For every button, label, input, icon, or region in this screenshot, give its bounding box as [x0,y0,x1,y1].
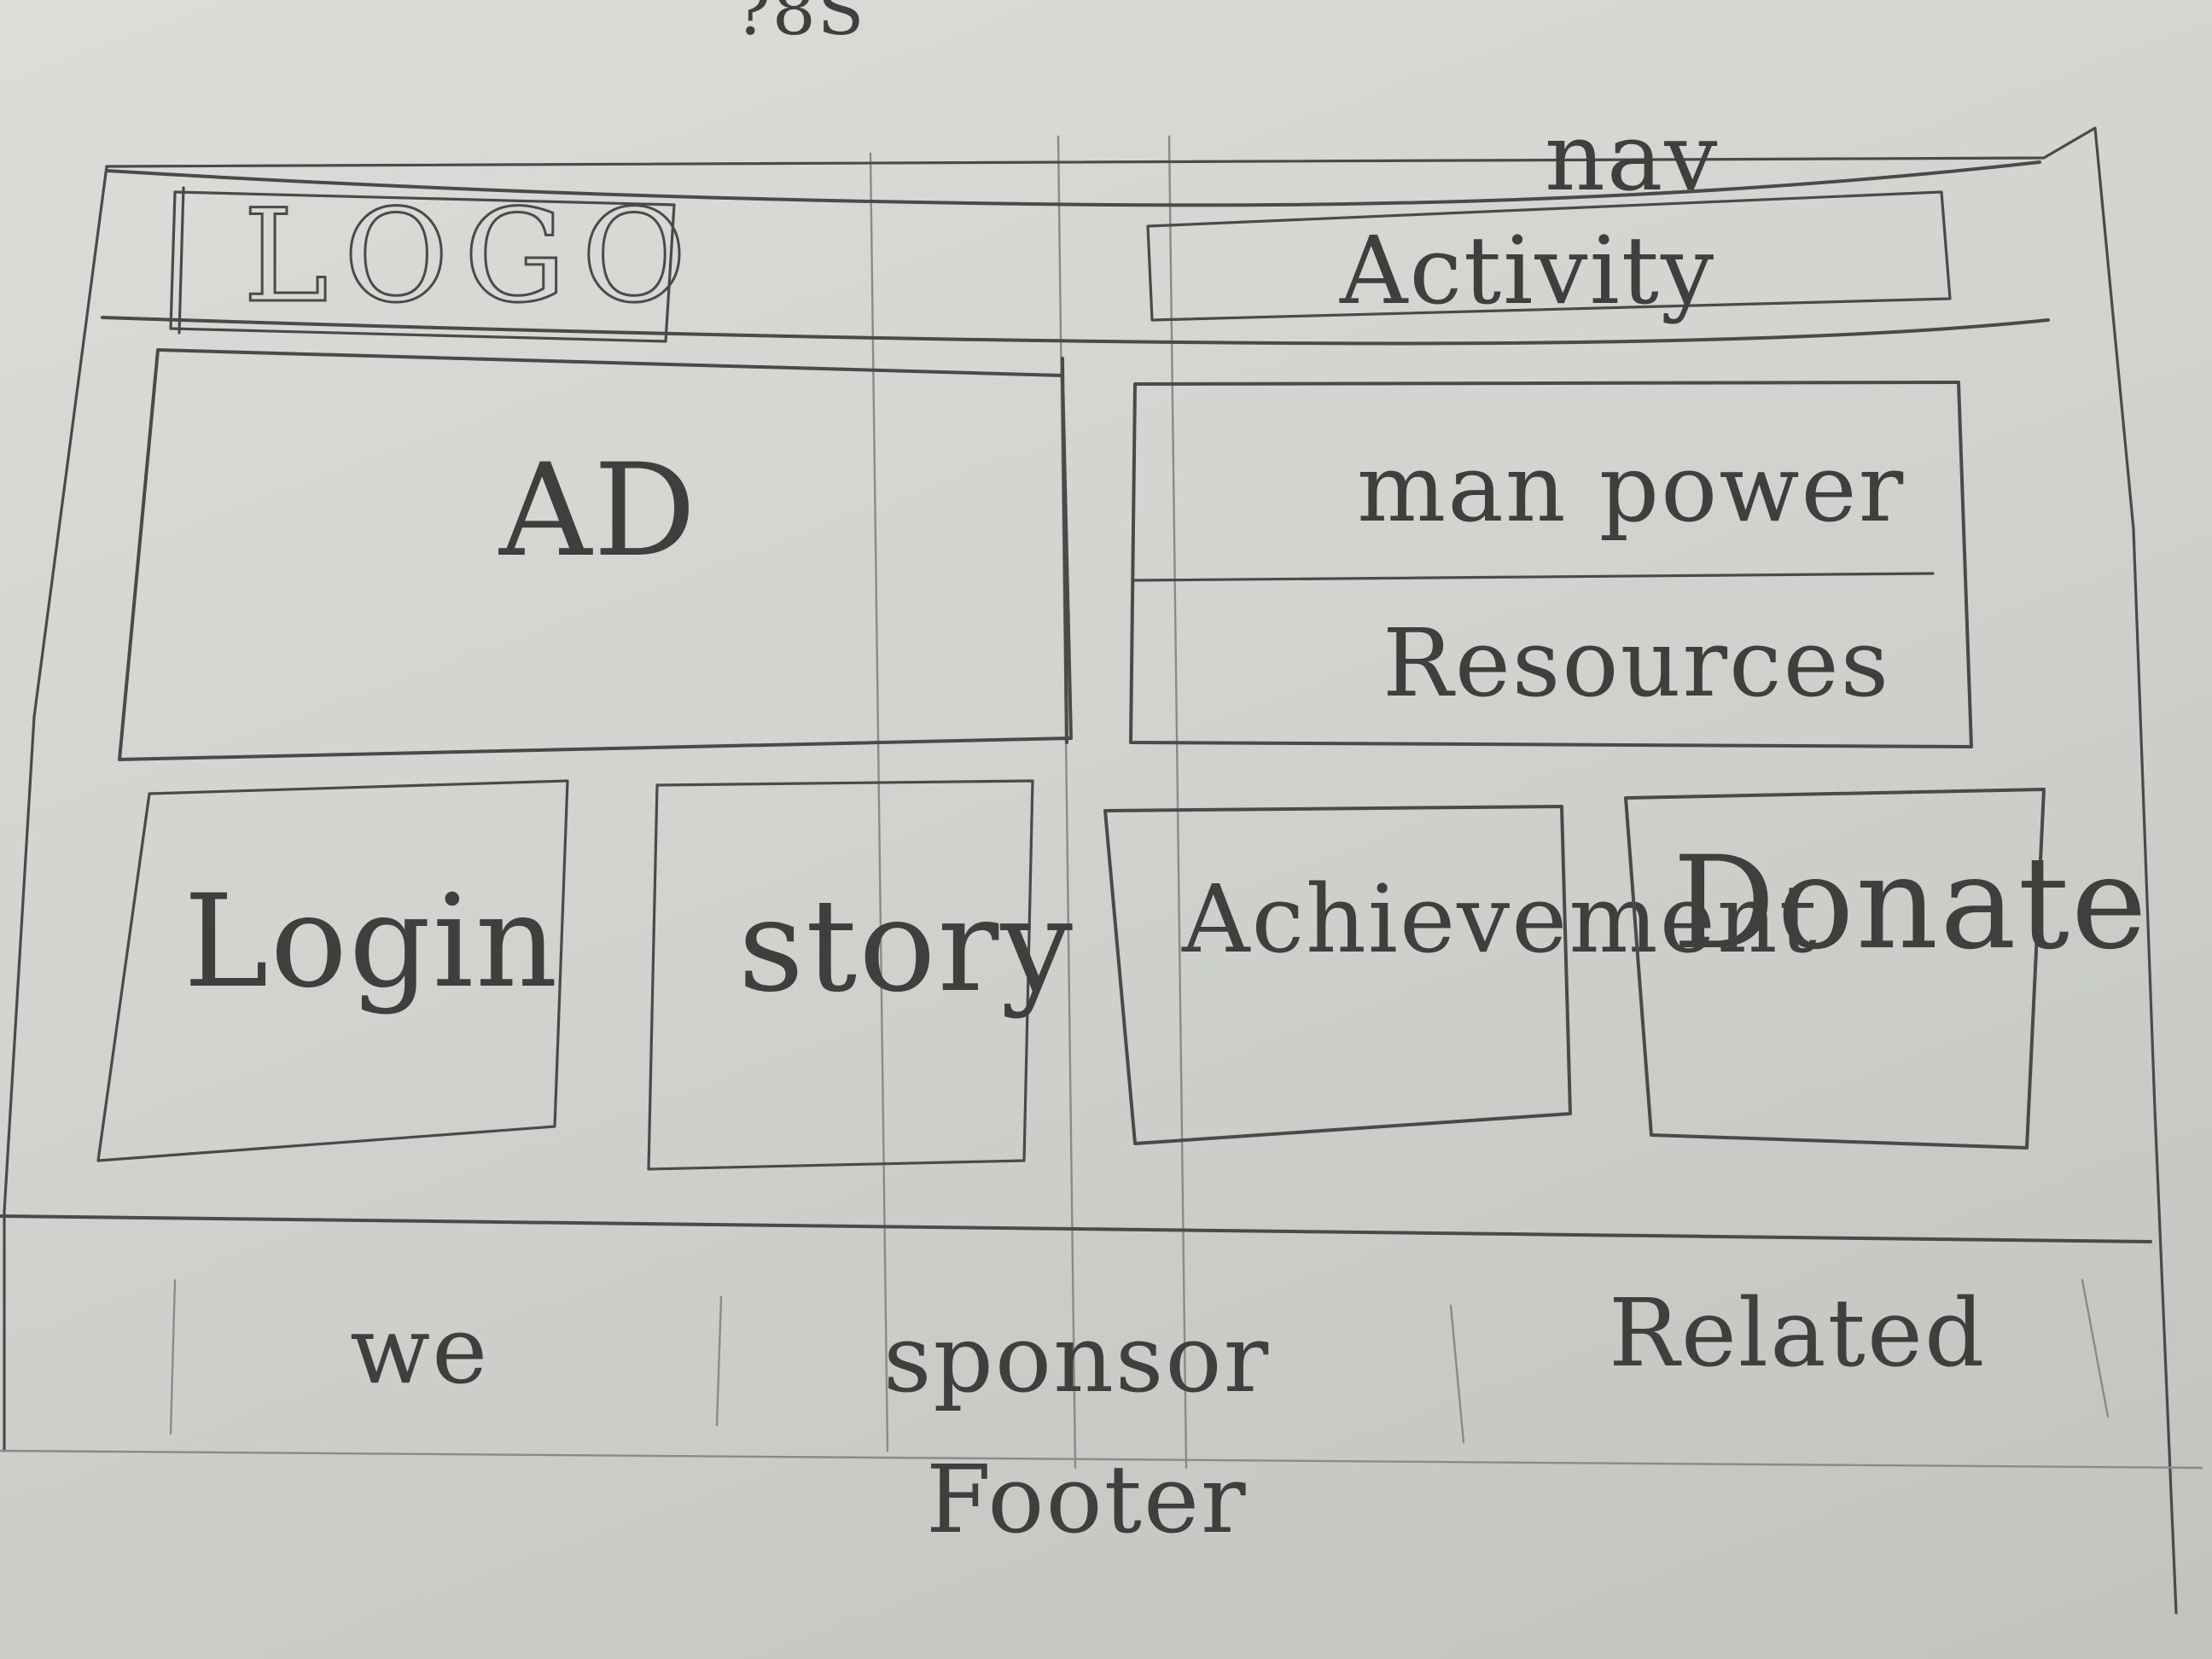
resources-item[interactable]: Resources [1382,608,1890,718]
wireframe-sketch: ?8S nav LOGO Activity AD man power Resou… [0,0,2212,1659]
achievement-tile[interactable] [1103,805,1572,1145]
donate-label[interactable]: Donate [1673,830,2149,978]
sketch-canvas: ?8S nav LOGO Activity AD man power Resou… [0,0,2203,1615]
nav-section: nav LOGO Activity [101,102,2050,346]
login-label[interactable]: Login [183,868,560,1016]
paper-rules [869,135,1188,1470]
activity-link[interactable]: Activity [1339,216,1715,325]
resources-divider [1133,572,1935,582]
footer-label: Footer [926,1445,1248,1554]
footer-we-link[interactable]: we [350,1295,489,1405]
tiles-row: Login story Achievement Donate [96,779,2149,1171]
ad-label: AD [498,437,698,585]
nav-label: nav [1545,102,1720,212]
story-label[interactable]: story [738,872,1074,1021]
ad-section: AD [118,348,1073,761]
footer-related-link[interactable]: Related [1609,1278,1986,1388]
footer-sponsor-link[interactable]: sponsor [883,1304,1270,1413]
footer-top-line [0,1214,2152,1243]
footer-section: we sponsor Related Footer [0,1214,2203,1554]
logo: LOGO [243,183,701,331]
top-scribble: ?8S [734,0,866,50]
manpower-item[interactable]: man power [1357,434,1905,543]
resources-panel: man power Resources [1129,381,1973,748]
